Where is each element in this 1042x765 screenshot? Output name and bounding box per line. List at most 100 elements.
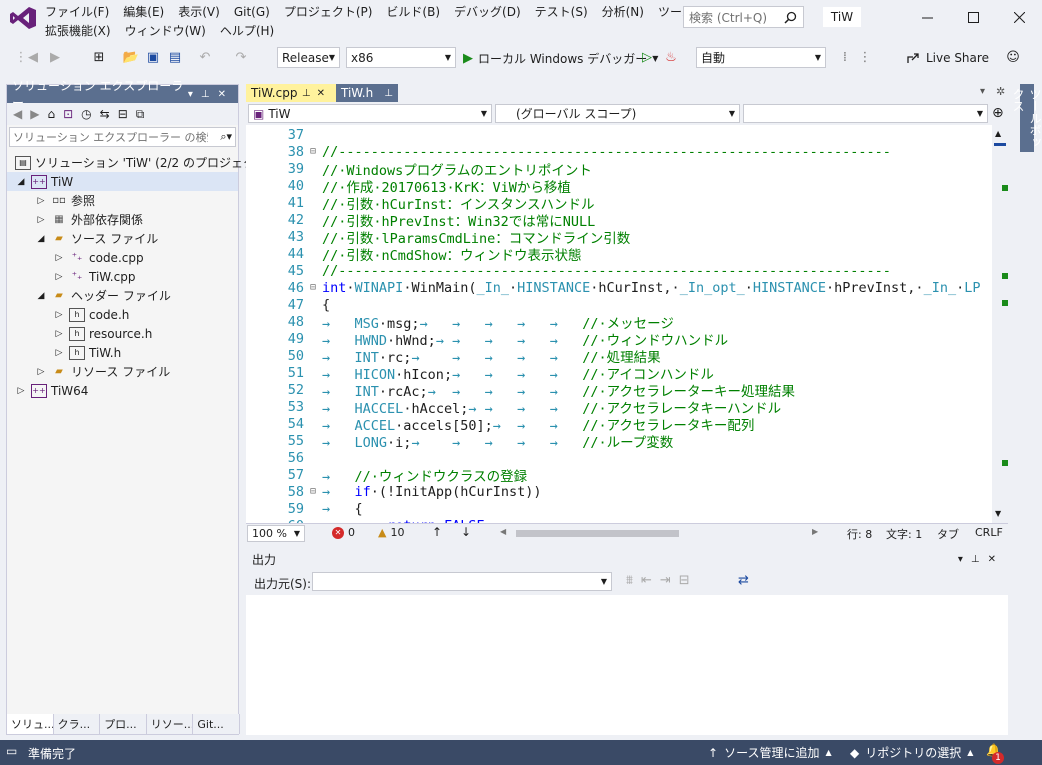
save-all-icon[interactable]: ▤: [166, 48, 184, 66]
tree-item-references[interactable]: ▷ ▫▫ 参照: [35, 191, 95, 210]
next-issue-icon[interactable]: ↓: [461, 525, 471, 539]
select-repository-button[interactable]: ◆ リポジトリの選択 ▲: [850, 744, 973, 761]
fold-toggle-icon[interactable]: ⊟: [304, 486, 322, 497]
tab-tiw-h[interactable]: TiW.h ⊥: [336, 84, 398, 102]
tab-git-changes[interactable]: Git...: [193, 714, 240, 734]
code-line[interactable]: 59 → {: [246, 500, 992, 517]
code-line[interactable]: 53 → HACCEL·hAccel;→ → → → //·アクセラレータキーハン…: [246, 398, 992, 417]
menu-file[interactable]: ファイル(F): [38, 4, 116, 20]
code-line[interactable]: 54 → ACCEL·accels[50];→ → → //·アクセラレータキー配…: [246, 415, 992, 434]
solution-config-select[interactable]: Release ▼: [277, 47, 340, 68]
code-line[interactable]: 46 ⊟ int·WINAPI·WinMain(_In_·HINSTANCE·hCu…: [246, 279, 992, 296]
code-line[interactable]: 38 ⊟//-----------------------------------…: [246, 143, 992, 160]
code-line[interactable]: 44 //·引数·nCmdShow：ウィンドウ表示状態: [246, 245, 992, 264]
start-debugging-button[interactable]: ▶ ローカル Windows デバッガー ▼: [463, 48, 658, 68]
code-line[interactable]: 41//·引数·hCurInst：インスタンスハンドル: [246, 194, 992, 213]
live-share-button[interactable]: Live Share: [906, 49, 989, 67]
toolbox-strip[interactable]: ツールボックス: [1011, 84, 1042, 735]
code-line[interactable]: 37: [246, 126, 992, 143]
tab-dropdown-icon[interactable]: ▾: [980, 86, 985, 97]
tree-item-tiw-cpp[interactable]: ▷ ⁺₊ TiW.cpp: [53, 267, 136, 286]
code-line[interactable]: 49 → HWND·hWnd;→ → → → → //·ウィンドウハンドル: [246, 330, 992, 349]
platform-select[interactable]: x86 ▼: [346, 47, 456, 68]
horizontal-scroll-thumb[interactable]: [516, 530, 679, 537]
fold-toggle-icon[interactable]: ⊟: [304, 146, 322, 157]
code-line[interactable]: 52 → INT·rcAc;→ → → → → //·アクセラレーターキー処理結果: [246, 381, 992, 400]
toolbox-tab[interactable]: ツールボックス: [1011, 84, 1042, 152]
home-icon[interactable]: ⌂: [47, 107, 55, 121]
word-wrap-icon[interactable]: ⇄: [738, 573, 749, 588]
member-nav-select[interactable]: ▼: [743, 104, 988, 123]
zoom-select[interactable]: 100 % ▼: [247, 525, 305, 542]
solution-name-badge[interactable]: TiW: [823, 7, 861, 27]
tree-item-external-deps[interactable]: ▷ ▦ 外部依存関係: [35, 210, 143, 229]
code-line[interactable]: 50 → INT·rc;→ → → → → //·処理結果: [246, 347, 992, 366]
toolbar-options-icon[interactable]: ⋮: [856, 48, 874, 66]
previous-issue-icon[interactable]: ↑: [432, 525, 442, 539]
collapse-all-icon[interactable]: ⊟: [118, 107, 128, 121]
tree-item-source-files[interactable]: ◢ ▰ ソース ファイル: [35, 229, 159, 248]
show-all-files-icon[interactable]: ⧉: [136, 107, 145, 122]
menu-window[interactable]: ウィンドウ(W): [118, 23, 213, 39]
add-source-control-button[interactable]: ↑ ソース管理に追加 ▲: [708, 744, 832, 761]
code-line[interactable]: 43//·引数·lParamsCmdLine：コマンドライン引数: [246, 228, 992, 247]
new-project-icon[interactable]: ⊞: [90, 48, 108, 66]
column-indicator[interactable]: 文字: 1: [886, 526, 922, 542]
feedback-icon[interactable]: ☺: [1004, 48, 1022, 66]
back-icon[interactable]: ◀: [24, 48, 42, 66]
scroll-right-icon[interactable]: ▶: [812, 527, 818, 536]
scroll-left-icon[interactable]: ◀: [500, 527, 506, 536]
tree-item-solution[interactable]: ▤ ソリューション 'TiW' (2/2 のプロジェクト): [11, 153, 272, 172]
editor-vertical-scrollbar[interactable]: ▲ ▼: [992, 125, 1008, 523]
menu-extensions[interactable]: 拡張機能(X): [38, 23, 118, 39]
code-line[interactable]: 55 → LONG·i;→ → → → → //·ループ変数: [246, 432, 992, 451]
menu-view[interactable]: 表示(V): [171, 4, 227, 20]
menu-analyze[interactable]: 分析(N): [595, 4, 651, 20]
tree-item-resource-files[interactable]: ▷ ▰ リソース ファイル: [35, 362, 171, 381]
scroll-up-icon[interactable]: ▲: [995, 129, 1001, 138]
code-line[interactable]: 42//·引数·hPrevInst：Win32では常にNULL: [246, 211, 992, 230]
search-input[interactable]: 検索 (Ctrl+Q): [683, 6, 804, 28]
pin-icon[interactable]: ⊥: [384, 88, 393, 99]
tab-property-manager[interactable]: プロ...: [100, 714, 147, 734]
output-actions[interactable]: ⩩⇤⇥⊟: [626, 573, 698, 588]
auto-select[interactable]: 自動 ▼: [696, 47, 826, 68]
menu-git[interactable]: Git(G): [227, 4, 277, 20]
settings-icon[interactable]: ✲: [996, 85, 1005, 98]
code-editor[interactable]: 37 38 ⊟//---------------------------------…: [246, 125, 992, 523]
hot-reload-icon[interactable]: ♨: [662, 48, 680, 66]
code-line[interactable]: 40//·作成·20170613·KrK：ViWから移植: [246, 177, 992, 196]
maximize-button[interactable]: [950, 0, 996, 34]
tree-item-code-h[interactable]: ▷ h code.h: [53, 305, 129, 324]
tree-item-resource-h[interactable]: ▷ h resource.h: [53, 324, 152, 343]
error-count[interactable]: ✕ 0: [332, 526, 355, 539]
tab-class-view[interactable]: クラ...: [53, 714, 101, 734]
minimize-button[interactable]: [904, 0, 950, 34]
tab-solution-explorer[interactable]: ソリュ...: [7, 714, 54, 734]
save-icon[interactable]: ▣: [144, 48, 162, 66]
menu-help[interactable]: ヘルプ(H): [213, 23, 281, 39]
menu-project[interactable]: プロジェクト(P): [277, 4, 380, 20]
tab-tiw-cpp[interactable]: TiW.cpp ⊥✕: [246, 84, 336, 102]
undo-icon[interactable]: ↶: [196, 48, 214, 66]
code-line[interactable]: 48 → MSG·msg;→ → → → → //·メッセージ: [246, 313, 992, 332]
panel-pin-close-icons[interactable]: ▾⊥✕: [188, 89, 234, 100]
scroll-thumb[interactable]: [994, 143, 1006, 146]
tab-pin-close-icons[interactable]: ⊥✕: [302, 88, 331, 99]
indent-indicator[interactable]: タブ: [937, 526, 959, 542]
notifications-button[interactable]: 🔔 1: [986, 743, 1004, 764]
code-line[interactable]: 56: [246, 449, 992, 466]
tree-item-tiw-project[interactable]: ◢ ++ TiW: [7, 172, 238, 191]
output-status-icon[interactable]: ▭: [6, 744, 17, 758]
line-indicator[interactable]: 行: 8: [847, 526, 872, 542]
sync-icon[interactable]: ⇆: [100, 107, 110, 121]
open-folder-icon[interactable]: 📂: [122, 48, 140, 66]
code-line[interactable]: 47 {: [246, 296, 992, 313]
forward-icon[interactable]: ▶: [30, 107, 39, 121]
back-icon[interactable]: ◀: [13, 107, 22, 121]
scope-nav-select[interactable]: (グローバル スコープ) ▼: [495, 104, 740, 123]
switch-views-icon[interactable]: ⊡: [63, 107, 73, 121]
redo-icon[interactable]: ↷: [232, 48, 250, 66]
output-source-select[interactable]: ▼: [312, 572, 612, 591]
close-window-button[interactable]: [996, 0, 1042, 34]
